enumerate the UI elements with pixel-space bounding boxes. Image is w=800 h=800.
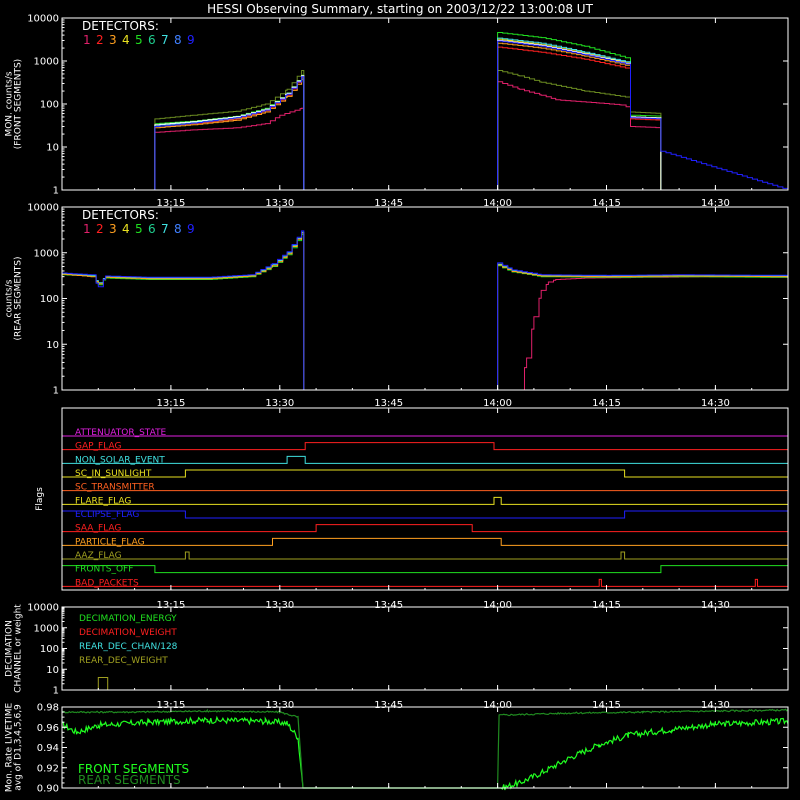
x-tick-label: 14:00 bbox=[483, 398, 512, 409]
y-axis-label: (FRONT SEGMENTS) bbox=[14, 59, 24, 149]
y-tick-label: 100 bbox=[40, 100, 59, 111]
y-tick-label: 0.90 bbox=[37, 784, 59, 795]
y-axis-label: avg of D1,3,4,5,6,9 bbox=[14, 704, 24, 791]
legend-detector-6: 6 bbox=[148, 222, 156, 236]
flag-label: BAD_PACKETS bbox=[75, 578, 139, 588]
legend-detector-2: 2 bbox=[96, 33, 104, 47]
y-tick-label: 100 bbox=[40, 294, 59, 305]
legend-title: DETECTORS: bbox=[82, 208, 159, 222]
legend-detector-8: 8 bbox=[174, 222, 182, 236]
flag-label: PARTICLE_FLAG bbox=[75, 537, 145, 547]
legend-detector-9: 9 bbox=[187, 33, 195, 47]
y-tick-label: 10000 bbox=[27, 14, 59, 25]
legend-item: REAR SEGMENTS bbox=[78, 773, 181, 787]
legend-detector-1: 1 bbox=[83, 33, 91, 47]
flag-label: FLARE_FLAG bbox=[75, 496, 131, 506]
y-tick-label: 1000 bbox=[34, 57, 59, 68]
x-tick-label: 14:30 bbox=[701, 398, 730, 409]
flag-label: GAP_FLAG bbox=[75, 442, 121, 452]
flag-label: ATTENUATOR_STATE bbox=[75, 428, 167, 438]
flag-label: NON_SOLAR_EVENT bbox=[75, 455, 165, 465]
flag-label: SC_IN_SUNLIGHT bbox=[75, 469, 152, 479]
legend-item: DECIMATION_ENERGY bbox=[79, 614, 177, 624]
x-tick-label: 13:15 bbox=[156, 398, 185, 409]
legend-detector-6: 6 bbox=[148, 33, 156, 47]
y-tick-label: 10 bbox=[46, 143, 59, 154]
y-tick-label: 1000 bbox=[34, 623, 59, 634]
legend-detector-5: 5 bbox=[135, 33, 143, 47]
x-tick-label: 14:15 bbox=[592, 398, 621, 409]
legend-detector-4: 4 bbox=[122, 33, 130, 47]
legend-detector-3: 3 bbox=[109, 33, 117, 47]
y-axis-label: (REAR SEGMENTS) bbox=[14, 256, 24, 340]
x-tick-label: 13:45 bbox=[374, 398, 403, 409]
y-tick-label: 100 bbox=[40, 644, 59, 655]
legend-detector-4: 4 bbox=[122, 222, 130, 236]
y-axis-label: CHANNEL or weight bbox=[14, 604, 24, 693]
legend-detector-1: 1 bbox=[83, 222, 91, 236]
legend-detector-7: 7 bbox=[161, 33, 169, 47]
flag-label: FRONTS_OFF bbox=[75, 565, 133, 575]
y-axis-label: Flags bbox=[35, 487, 45, 511]
legend-detector-7: 7 bbox=[161, 222, 169, 236]
legend-detector-3: 3 bbox=[109, 222, 117, 236]
y-tick-label: 0.96 bbox=[37, 723, 59, 734]
legend-title: DETECTORS: bbox=[82, 19, 159, 33]
y-tick-label: 0.98 bbox=[37, 703, 59, 714]
flag-label: SC_TRANSMITTER bbox=[75, 483, 155, 493]
legend-detector-8: 8 bbox=[174, 33, 182, 47]
legend-detector-9: 9 bbox=[187, 222, 195, 236]
observing-summary-figure: HESSI Observing Summary, starting on 200… bbox=[0, 0, 800, 800]
y-tick-label: 1 bbox=[53, 686, 59, 697]
x-tick-label: 13:30 bbox=[265, 398, 294, 409]
legend-item: REAR_DEC_WEIGHT bbox=[79, 656, 168, 666]
y-tick-label: 0.92 bbox=[37, 763, 59, 774]
y-tick-label: 10 bbox=[46, 340, 59, 351]
legend-detector-2: 2 bbox=[96, 222, 104, 236]
figure-title: HESSI Observing Summary, starting on 200… bbox=[207, 2, 593, 16]
y-tick-label: 10000 bbox=[27, 203, 59, 214]
y-tick-label: 1000 bbox=[34, 248, 59, 259]
flag-label: SAA_FLAG bbox=[75, 524, 121, 534]
legend-detector-5: 5 bbox=[135, 222, 143, 236]
y-tick-label: 1 bbox=[53, 386, 59, 397]
y-tick-label: 10000 bbox=[27, 603, 59, 614]
flag-label: AAZ_FLAG bbox=[75, 551, 122, 561]
y-tick-label: 1 bbox=[53, 186, 59, 197]
flag-label: ECLIPSE_FLAG bbox=[75, 510, 139, 520]
legend-item: DECIMATION_WEIGHT bbox=[79, 628, 177, 638]
y-tick-label: 0.94 bbox=[37, 743, 59, 754]
y-tick-label: 10 bbox=[46, 665, 59, 676]
legend-item: REAR_DEC_CHAN/128 bbox=[79, 642, 178, 652]
